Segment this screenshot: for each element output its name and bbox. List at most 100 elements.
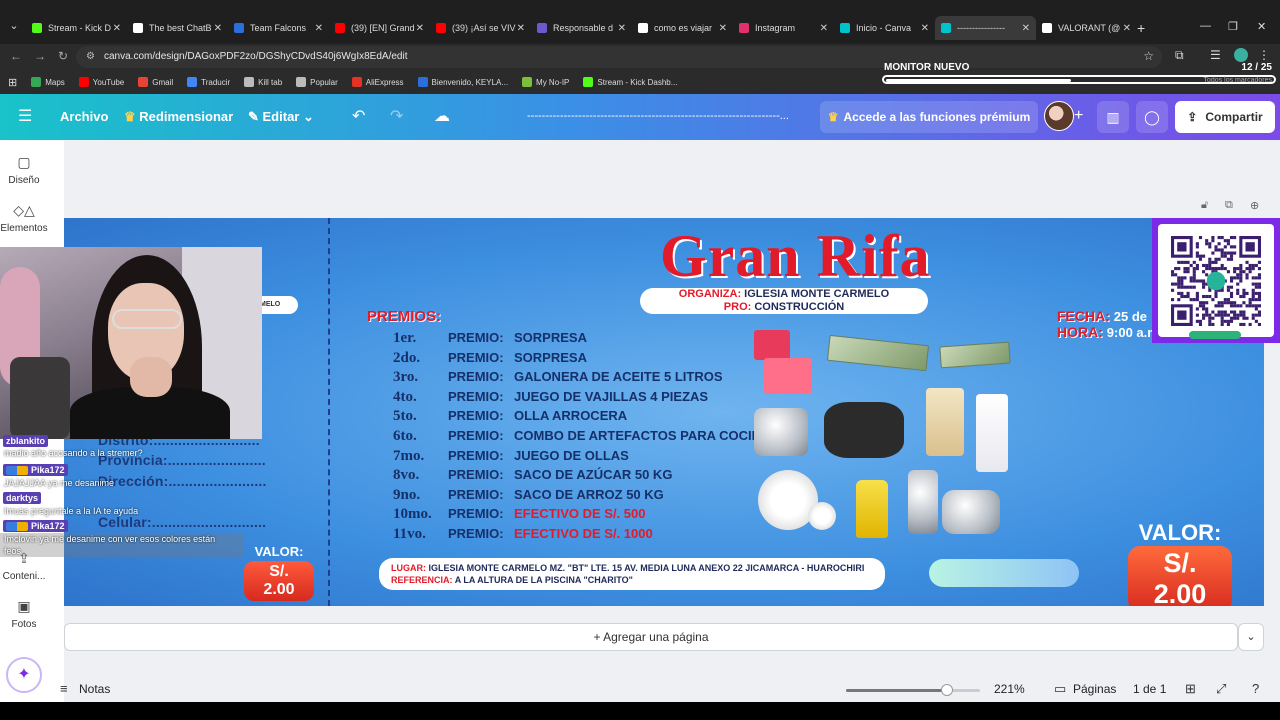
share-button[interactable]: ⇪ Compartir <box>1175 101 1275 133</box>
bookmark-item[interactable]: YouTube <box>78 77 124 87</box>
notes-button[interactable]: Notas <box>79 682 110 696</box>
rice-cooker-image[interactable] <box>754 408 808 456</box>
duplicate-icon[interactable]: ⧉ <box>1225 199 1233 212</box>
prize-row[interactable]: 11vo. PREMIO: EFECTIVO DE S/. 1000 <box>393 526 653 544</box>
prize-row[interactable]: 4to. PREMIO: JUEGO DE VAJILLAS 4 PIEZAS <box>393 389 708 407</box>
bookmark-item[interactable]: Maps <box>31 77 65 87</box>
prize-row[interactable]: 6to. PREMIO: COMBO DE ARTEFACTOS PARA COCI… <box>393 428 770 446</box>
prize-row[interactable]: 5to. PREMIO: OLLA ARROCERA <box>393 408 627 426</box>
oil-bottle-image[interactable] <box>856 480 888 538</box>
close-window-icon[interactable]: ✕ <box>1257 20 1266 33</box>
prize-row[interactable]: 10mo. PREMIO: EFECTIVO DE S/. 500 <box>393 506 646 524</box>
premium-button[interactable]: ♛ Accede a las funciones prémium <box>820 101 1038 133</box>
editar-button[interactable]: ✎ Editar ⌄ <box>248 109 314 125</box>
tab-close-icon[interactable]: ✕ <box>517 23 525 34</box>
yape-qr-code[interactable] <box>1171 236 1261 326</box>
tab-close-icon[interactable]: ✕ <box>315 23 323 34</box>
gift-box-image[interactable] <box>754 330 790 360</box>
rail-photos[interactable]: ▣ Fotos <box>0 598 48 630</box>
reload-icon[interactable]: ↻ <box>58 49 68 63</box>
cash-stack-image[interactable] <box>939 341 1011 369</box>
tab-close-icon[interactable]: ✕ <box>113 23 121 34</box>
browser-tab[interactable]: ---------------- ✕ <box>935 16 1036 40</box>
collaborators-button[interactable]: + <box>1044 101 1092 133</box>
apps-icon[interactable]: ⊞ <box>8 76 17 89</box>
tab-close-icon[interactable]: ✕ <box>416 23 424 34</box>
premios-heading[interactable]: PREMIOS: <box>367 308 441 325</box>
grid-view-icon[interactable]: ⊞ <box>1185 681 1196 697</box>
browser-tab[interactable]: (39) [EN] Grand ✕ <box>329 16 430 40</box>
add-page-icon[interactable]: ⊕ <box>1250 199 1259 212</box>
gradient-pill-shape[interactable] <box>929 559 1079 587</box>
prize-row[interactable]: 1er. PREMIO: SORPRESA <box>393 330 587 348</box>
bookmark-item[interactable]: Kill tab <box>244 77 282 87</box>
rail-design[interactable]: ▢ Diseño <box>0 154 48 186</box>
browser-tab[interactable]: Inicio - Canva ✕ <box>834 16 935 40</box>
organizer-pill[interactable]: ORGANIZA: IGLESIA MONTE CARMELO PRO: CON… <box>640 288 928 314</box>
valor-badge[interactable]: VALOR: S/. 2.00 <box>1128 520 1232 606</box>
zoom-value[interactable]: 221% <box>994 682 1025 696</box>
browser-tab[interactable]: como es viajar ✕ <box>632 16 733 40</box>
maximize-icon[interactable]: ❐ <box>1228 20 1238 33</box>
prize-row[interactable]: 9no. PREMIO: SACO DE ARROZ 50 KG <box>393 487 664 505</box>
cash-stack-image[interactable] <box>826 334 930 372</box>
undo-icon[interactable]: ↶ <box>352 106 365 126</box>
prize-row[interactable]: 7mo. PREMIO: JUEGO DE OLLAS <box>393 448 629 466</box>
pages-button[interactable]: Páginas <box>1073 682 1116 696</box>
bookmark-item[interactable]: Popular <box>296 77 338 87</box>
bookmark-item[interactable]: Bienvenido, KEYLA... <box>417 77 508 87</box>
tab-search-icon[interactable]: ⌄ <box>6 19 22 35</box>
notes-icon[interactable]: ≡ <box>60 681 68 696</box>
fecha-hora-block[interactable]: FECHA: 25 de HORA: 9:00 a.m. <box>1057 308 1162 340</box>
prize-row[interactable]: 2do. PREMIO: SORPRESA <box>393 350 587 368</box>
site-info-icon[interactable]: ⚙ <box>86 51 95 62</box>
lock-icon[interactable]: 🔓︎ <box>1201 199 1208 212</box>
insights-chart-icon[interactable]: ▥ <box>1097 101 1129 133</box>
back-icon[interactable]: ← <box>10 49 22 63</box>
all-bookmarks-label[interactable]: Todos los marcadores <box>1204 77 1272 84</box>
lugar-pill[interactable]: LUGAR: IGLESIA MONTE CARMELO MZ. "BT" LT… <box>379 558 885 590</box>
redo-icon[interactable]: ↷ <box>390 106 403 126</box>
tab-close-icon[interactable]: ✕ <box>1022 23 1030 34</box>
add-page-button[interactable]: + Agregar una página <box>64 623 1238 651</box>
zoom-slider[interactable] <box>846 684 980 696</box>
browser-tab[interactable]: VALORANT (@ ✕ <box>1036 16 1137 40</box>
stub-valor[interactable]: VALOR: S/. 2.00 <box>244 544 314 601</box>
zoom-slider-knob[interactable] <box>940 684 953 696</box>
document-title[interactable]: ----------------------------------------… <box>527 110 789 122</box>
pages-icon[interactable]: ▭ <box>1054 681 1066 697</box>
bookmark-item[interactable]: My No-IP <box>522 77 569 87</box>
bookmark-item[interactable]: AliExpress <box>351 77 404 87</box>
cup-image[interactable] <box>808 502 836 530</box>
browser-tab[interactable]: Instagram ✕ <box>733 16 834 40</box>
minimize-icon[interactable]: — <box>1200 20 1211 32</box>
rice-sack-image[interactable] <box>976 394 1008 472</box>
tab-close-icon[interactable]: ✕ <box>1123 23 1131 34</box>
blender-image[interactable] <box>908 470 938 534</box>
help-icon[interactable]: ? <box>1252 681 1259 696</box>
bookmark-item[interactable]: Stream - Kick Dashb... <box>583 77 677 87</box>
kettle-iron-image[interactable] <box>942 490 1000 534</box>
tab-close-icon[interactable]: ✕ <box>820 23 828 34</box>
tab-close-icon[interactable]: ✕ <box>921 23 929 34</box>
url-text[interactable]: canva.com/design/DAGoxPDF2zo/DGShyCDvdS4… <box>104 51 407 62</box>
bookmark-item[interactable]: Gmail <box>138 77 173 87</box>
prize-row[interactable]: 3ro. PREMIO: GALONERA DE ACEITE 5 LITROS <box>393 369 723 387</box>
browser-tab[interactable]: Team Falcons ✕ <box>228 16 329 40</box>
gift-box-image[interactable] <box>764 358 812 394</box>
tab-close-icon[interactable]: ✕ <box>719 23 727 34</box>
comments-icon[interactable]: ◯ <box>1136 101 1168 133</box>
new-tab-icon[interactable]: + <box>1137 20 1145 36</box>
tab-close-icon[interactable]: ✕ <box>618 23 626 34</box>
raffle-title[interactable]: Gran Rifa <box>660 222 931 291</box>
browser-tab[interactable]: Stream - Kick D ✕ <box>26 16 127 40</box>
fullscreen-icon[interactable]: ⤢ <box>1216 681 1226 697</box>
rail-elements[interactable]: ◇△ Elementos <box>0 202 48 234</box>
stub-field-celular[interactable]: Celular:............................ <box>98 514 266 530</box>
pages-expand-chevron-icon[interactable]: ⌄ <box>1238 623 1264 651</box>
forward-icon[interactable]: → <box>34 49 46 63</box>
redimensionar-button[interactable]: ♛ Redimensionar <box>124 109 233 125</box>
prize-row[interactable]: 8vo. PREMIO: SACO DE AZÚCAR 50 KG <box>393 467 672 485</box>
stub-field-direccion[interactable]: Dirección:........................ <box>98 473 267 489</box>
tab-close-icon[interactable]: ✕ <box>214 23 222 34</box>
